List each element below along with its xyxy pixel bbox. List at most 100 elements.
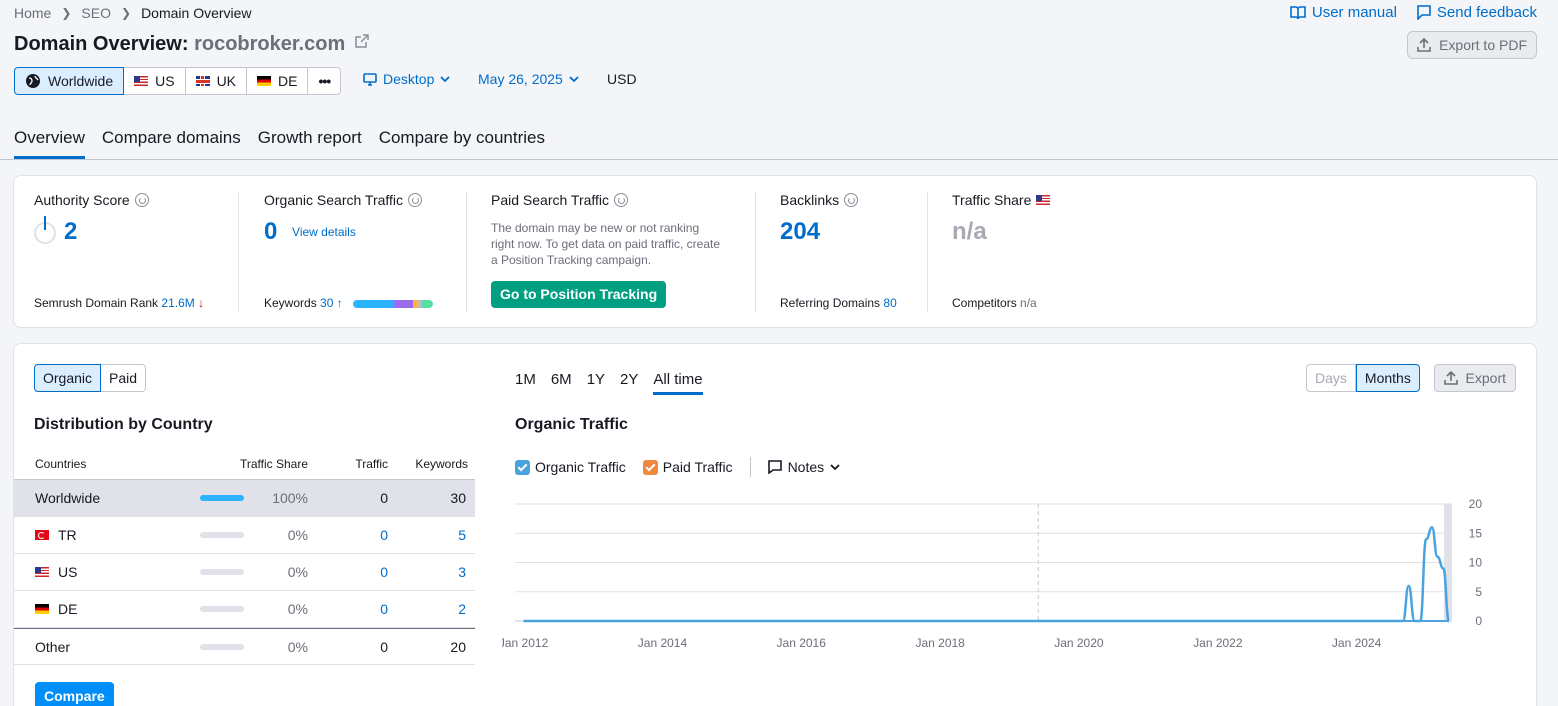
export-pdf-button[interactable]: Export to PDF [1407, 31, 1537, 59]
breadcrumb-seo[interactable]: SEO [81, 5, 111, 21]
row-keywords[interactable]: 5 [388, 527, 466, 543]
db-worldwide-label: Worldwide [48, 73, 114, 89]
info-icon[interactable] [408, 193, 423, 207]
external-link-icon[interactable] [355, 34, 369, 48]
table-row[interactable]: Other 0% 0 20 [14, 628, 475, 665]
header-traffic-share[interactable]: Traffic Share [200, 457, 308, 471]
keywords-value[interactable]: 30 [320, 296, 333, 310]
keywords-count: Keywords 30 ↑ [264, 296, 434, 310]
competitors-value: n/a [1020, 296, 1037, 310]
checkbox-icon [642, 459, 658, 475]
authority-score-metric: Authority Score 2 [34, 192, 149, 246]
arrow-up-icon: ↑ [336, 296, 343, 310]
globe-icon [26, 74, 40, 88]
user-manual-link[interactable]: User manual [1290, 4, 1397, 21]
period-all-time[interactable]: All time [653, 371, 703, 395]
send-feedback-link[interactable]: Send feedback [1417, 4, 1537, 21]
device-label: Desktop [383, 71, 435, 87]
page-title-prefix: Domain Overview: [14, 33, 189, 55]
period-6m[interactable]: 6M [551, 371, 572, 395]
db-de-button[interactable]: DE [247, 67, 309, 95]
backlinks-label: Backlinks [780, 192, 840, 208]
authority-score-title: Authority Score [34, 192, 149, 208]
row-traffic: 0 [380, 638, 388, 655]
user-manual-label: User manual [1311, 4, 1397, 21]
notes-label: Notes [787, 459, 825, 475]
domain-name[interactable]: rocobroker.com [194, 33, 345, 55]
view-details-link[interactable]: View details [292, 225, 356, 239]
export-label: Export [1465, 370, 1506, 386]
country-label: US [58, 564, 78, 580]
go-to-position-tracking-button[interactable]: Go to Position Tracking [491, 281, 667, 308]
row-keywords[interactable]: 3 [388, 564, 466, 580]
row-share: 0% [287, 601, 308, 617]
info-icon[interactable] [614, 193, 629, 207]
breadcrumb: Home ❯ SEO ❯ Domain Overview [14, 5, 252, 21]
compare-button[interactable]: Compare [35, 682, 114, 706]
traffic-share-title: Traffic Share [952, 192, 1051, 208]
header-traffic[interactable]: Traffic [308, 457, 388, 471]
summary-card: Authority Score 2 Semrush Domain Rank 21… [13, 175, 1537, 328]
table-row[interactable]: US 0% 0 3 [14, 554, 475, 591]
db-worldwide-button[interactable]: Worldwide [14, 67, 125, 95]
backlinks-title: Backlinks [780, 192, 859, 208]
period-1m[interactable]: 1M [515, 371, 536, 395]
table-row[interactable]: DE 0% 0 2 [14, 591, 475, 628]
organic-traffic-title: Organic Search Traffic [264, 192, 423, 208]
months-button[interactable]: Months [1355, 364, 1420, 392]
distribution-table: Countries Traffic Share Traffic Keywords… [14, 449, 475, 665]
authority-score-value: 2 [34, 215, 149, 246]
flag-tr-icon [35, 530, 49, 540]
row-traffic[interactable]: 0 [308, 527, 388, 543]
arrow-down-icon: ↓ [198, 296, 205, 310]
table-row[interactable]: Worldwide 100% 0 30 [14, 480, 475, 517]
tabs-divider [0, 159, 1558, 160]
header-keywords[interactable]: Keywords [388, 457, 468, 471]
organic-traffic-chart[interactable]: 20 15 10 5 0 Jan 2012 Jan 2014 Jan 2016 Jan 2018… [502, 494, 1502, 654]
row-country: TR [14, 527, 200, 543]
notes-dropdown[interactable]: Notes [767, 459, 841, 475]
legend-organic[interactable]: Organic Traffic [515, 459, 626, 475]
legend-paid[interactable]: Paid Traffic [642, 459, 733, 475]
chevron-down-icon [569, 75, 579, 82]
more-icon: ••• [318, 73, 331, 89]
tab-compare-domains[interactable]: Compare domains [102, 128, 241, 159]
share-bar [200, 606, 250, 612]
db-us-button[interactable]: US [124, 67, 186, 95]
tab-growth-report[interactable]: Growth report [258, 128, 362, 159]
organic-value[interactable]: 0 [264, 218, 277, 245]
share-bar [200, 569, 250, 575]
authority-score-label: Authority Score [34, 192, 130, 208]
paid-toggle-button[interactable]: Paid [101, 364, 147, 392]
chart-legend: Organic Traffic Paid Traffic Notes [515, 457, 857, 477]
row-traffic[interactable]: 0 [308, 601, 388, 617]
domain-rank-value[interactable]: 21.6M [161, 296, 194, 310]
backlinks-value[interactable]: 204 [780, 218, 858, 246]
info-icon[interactable] [134, 193, 149, 207]
info-icon[interactable] [844, 193, 859, 207]
device-dropdown[interactable]: Desktop [363, 71, 450, 87]
export-button[interactable]: Export [1433, 364, 1516, 392]
days-button[interactable]: Days [1306, 364, 1356, 392]
date-dropdown[interactable]: May 26, 2025 [478, 71, 579, 87]
row-keywords[interactable]: 2 [388, 601, 466, 617]
period-1y[interactable]: 1Y [587, 371, 605, 395]
row-traffic[interactable]: 0 [308, 564, 388, 580]
period-2y[interactable]: 2Y [620, 371, 638, 395]
db-uk-button[interactable]: UK [185, 67, 248, 95]
organic-toggle-button[interactable]: Organic [34, 364, 102, 392]
legend-paid-label: Paid Traffic [662, 459, 733, 475]
tab-overview[interactable]: Overview [14, 128, 85, 159]
table-row[interactable]: TR 0% 0 5 [14, 517, 475, 554]
paid-traffic-label: Paid Search Traffic [491, 192, 610, 208]
authority-value[interactable]: 2 [64, 218, 77, 245]
y-tick-label: 0 [1475, 614, 1482, 628]
breadcrumb-home[interactable]: Home [14, 5, 51, 21]
divider [466, 192, 467, 312]
keywords-distribution-bar [353, 299, 434, 308]
more-databases-button[interactable]: ••• [308, 67, 342, 95]
header-countries[interactable]: Countries [14, 457, 200, 471]
referring-domains-value[interactable]: 80 [883, 296, 896, 310]
tab-compare-by-countries[interactable]: Compare by countries [379, 128, 545, 159]
db-us-label: US [155, 73, 175, 89]
